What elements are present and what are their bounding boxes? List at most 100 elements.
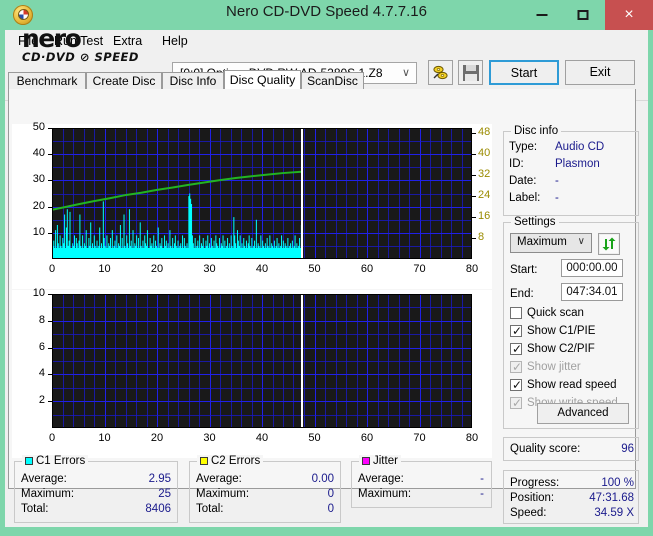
y-axis-tick — [48, 207, 52, 208]
c1-average-label: Average: — [21, 473, 67, 485]
jitter-average-value: - — [480, 473, 484, 485]
y2-axis-tick-label: 40 — [478, 147, 491, 160]
speed-select[interactable]: Maximum ∨ — [510, 233, 592, 253]
y-axis-tick — [48, 154, 52, 155]
speed-label: Speed: — [510, 507, 547, 519]
check-icon: ✓ — [512, 342, 523, 356]
quick-scan-checkbox[interactable] — [510, 307, 522, 319]
grid-line-horizontal — [52, 348, 472, 349]
grid-line-horizontal — [52, 307, 472, 308]
x-axis-tick-label: 20 — [150, 263, 164, 275]
y2-axis-tick-label: 16 — [478, 210, 491, 223]
end-time-input[interactable]: 047:34.01 — [561, 283, 623, 301]
minimize-button[interactable] — [524, 0, 560, 30]
c1-errors-stats-title: C1 Errors — [22, 455, 89, 467]
x-axis-tick-label: 60 — [360, 432, 374, 444]
show-c1-pie-checkbox[interactable]: ✓ — [510, 324, 522, 338]
menu-help[interactable]: Help — [157, 33, 193, 49]
check-icon: ✓ — [512, 378, 523, 392]
quality-score-label: Quality score: — [510, 443, 581, 455]
tab-create-disc[interactable]: Create Disc — [86, 72, 162, 89]
tab-disc-quality[interactable]: Disc Quality — [224, 70, 301, 89]
cursor-line — [301, 294, 303, 428]
progress-value: 100 % — [601, 477, 634, 489]
x-axis-tick-label: 20 — [150, 432, 164, 444]
end-time-label: End: — [510, 288, 534, 300]
c1-total-label: Total: — [21, 503, 49, 515]
maximize-button[interactable] — [565, 0, 601, 30]
grid-line-horizontal — [52, 388, 472, 389]
nero-logo: nero CD·DVD ⊘ SPEED — [22, 24, 139, 64]
y-axis-tick-label: 40 — [32, 147, 45, 160]
show-c2-pif-label: Show C2/PIF — [527, 343, 595, 355]
c2-total-label: Total: — [196, 503, 224, 515]
y-axis-tick-label: 4 — [38, 367, 45, 380]
speed-select-value: Maximum — [517, 236, 567, 248]
close-button[interactable]: × — [605, 0, 653, 30]
show-jitter-label: Show jitter — [527, 361, 581, 373]
check-icon: ✓ — [512, 396, 523, 410]
quality-score-box: Quality score: 96 — [503, 437, 639, 461]
x-axis-tick-label: 80 — [465, 432, 479, 444]
y2-axis-tick-label: 48 — [478, 126, 491, 139]
c2-total-value: 0 — [327, 503, 334, 515]
disc-label-label: Label: — [509, 192, 541, 204]
jitter-color-swatch — [362, 457, 370, 465]
start-time-label: Start: — [510, 264, 538, 276]
start-time-input[interactable]: 000:00.00 — [561, 259, 623, 277]
speed-value: 34.59 X — [594, 507, 634, 519]
x-axis-tick-label: 40 — [255, 432, 269, 444]
grid-line-horizontal — [52, 401, 472, 402]
y2-axis-tick — [472, 196, 476, 197]
plot-area — [52, 294, 472, 428]
x-axis-tick-label: 10 — [98, 432, 111, 444]
quick-scan-label: Quick scan — [527, 307, 584, 319]
show-write-speed-checkbox: ✓ — [510, 396, 523, 410]
x-axis-tick-label: 10 — [98, 263, 111, 275]
jitter-average-label: Average: — [358, 473, 404, 485]
tab-disc-info[interactable]: Disc Info — [162, 72, 224, 89]
tab-scandisc[interactable]: ScanDisc — [301, 72, 364, 89]
y-axis-tick-label: 8 — [38, 313, 45, 326]
disc-id-label: ID: — [509, 158, 524, 170]
logo-line-1: nero — [22, 24, 82, 53]
c2-color-swatch — [200, 457, 208, 465]
show-read-speed-checkbox[interactable]: ✓ — [510, 378, 523, 392]
grid-line-horizontal — [52, 294, 472, 295]
jitter-maximum-label: Maximum: — [358, 488, 412, 500]
window-controls: × — [524, 0, 653, 30]
y-axis-tick-label: 20 — [32, 199, 45, 212]
c1-color-swatch — [25, 457, 33, 465]
disc-type-label: Type: — [509, 141, 538, 153]
y-axis-tick — [48, 348, 52, 349]
x-axis-tick-label: 50 — [308, 432, 321, 444]
y-axis-tick — [48, 294, 52, 295]
advanced-button[interactable]: Advanced — [537, 403, 629, 424]
y2-axis-tick-label: 32 — [478, 168, 491, 181]
position-value: 47:31.68 — [589, 492, 634, 504]
x-axis-tick-label: 30 — [203, 432, 216, 444]
show-jitter-checkbox: ✓ — [510, 360, 522, 374]
show-c2-pif-checkbox[interactable]: ✓ — [510, 342, 523, 356]
y2-axis-tick — [472, 175, 476, 176]
c2-maximum-value: 0 — [327, 488, 334, 500]
refresh-button[interactable] — [598, 233, 620, 255]
y-axis-tick — [48, 401, 52, 402]
plot-area — [52, 128, 472, 259]
grid-line-horizontal — [52, 361, 472, 362]
chevron-down-icon: ∨ — [577, 236, 585, 247]
grid-line-horizontal — [52, 415, 472, 416]
tab-benchmark[interactable]: Benchmark — [8, 72, 86, 89]
y-axis-tick — [48, 180, 52, 181]
y2-axis-tick — [472, 133, 476, 134]
c2-average-value: 0.00 — [311, 473, 334, 485]
x-axis-tick-label: 70 — [413, 263, 426, 275]
disc-type-value: Audio CD — [555, 141, 605, 153]
y-axis-tick-label: 2 — [38, 394, 45, 407]
disc-date-value: - — [555, 175, 559, 187]
disc-date-label: Date: — [509, 175, 537, 187]
x-axis-tick-label: 0 — [48, 432, 56, 444]
c1-maximum-label: Maximum: — [21, 488, 75, 500]
y2-axis-tick — [472, 217, 476, 218]
c1-errors-chart: 10 20 30 40 50 8 16 24 32 40 48 0 10 20 30 40 50 60 70 80 — [12, 121, 492, 289]
